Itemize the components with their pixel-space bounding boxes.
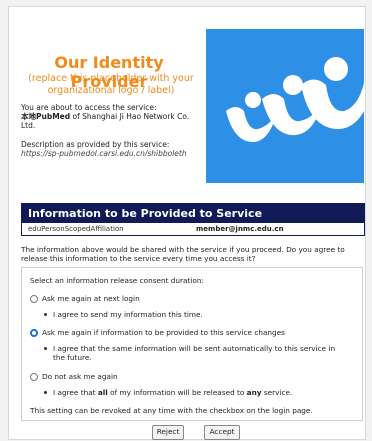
option-label: Ask me again at next login: [42, 294, 140, 303]
service-name: 本地PubMed: [21, 112, 71, 121]
attribute-table: Information to be Provided to Service ed…: [21, 203, 365, 236]
attribute-row: eduPersonScopedAffiliation member@jnmc.e…: [22, 223, 364, 235]
service-line: 本地PubMed of Shanghai Ji Hao Network Co. …: [21, 112, 199, 130]
bullet-icon: [44, 391, 47, 394]
radio-ask-next-login[interactable]: [30, 294, 38, 303]
option-ask-if-changes[interactable]: Ask me again if information to be provid…: [30, 328, 285, 337]
bullet-icon: [44, 313, 47, 316]
bullet-icon: [44, 347, 47, 350]
radio-ask-if-changes[interactable]: [30, 328, 38, 337]
detail-part: service.: [261, 388, 293, 397]
detail-part: I agree that: [53, 388, 98, 397]
radio-do-not-ask[interactable]: [30, 372, 38, 381]
consent-page: Our Identity Provider (replace this plac…: [8, 6, 366, 440]
release-notice: The information above would be shared wi…: [21, 245, 345, 263]
description-url: https://sp-pubmedol.carsi.edu.cn/shibbol…: [21, 149, 187, 158]
access-intro: You are about to access the service:: [21, 103, 157, 112]
detail-part: of my information will be released to: [107, 388, 247, 397]
attribute-name: eduPersonScopedAffiliation: [28, 225, 124, 233]
revoke-note: This setting can be revoked at any time …: [30, 406, 313, 415]
option-label: Ask me again if information to be provid…: [42, 328, 285, 337]
option-detail-text: I agree that the same information will b…: [53, 344, 336, 362]
people-logo-icon: [226, 57, 364, 143]
description-label: Description as provided by this service:: [21, 140, 170, 149]
consent-heading: Select an information release consent du…: [30, 276, 204, 285]
option-detail: I agree that all of my information will …: [44, 388, 292, 397]
option-detail: I agree to send my information this time…: [44, 310, 203, 319]
detail-emphasis: all: [97, 388, 108, 397]
accept-button[interactable]: Accept: [204, 425, 240, 440]
attribute-table-title: Information to be Provided to Service: [22, 204, 364, 223]
service-logo: [206, 29, 364, 183]
attribute-value: member@jnmc.edu.cn: [196, 225, 284, 233]
option-label: Do not ask me again: [42, 372, 118, 381]
option-detail: I agree that the same information will b…: [44, 344, 349, 362]
option-detail-text: I agree to send my information this time…: [53, 310, 203, 319]
access-info: You are about to access the service: 本地P…: [21, 103, 199, 130]
detail-emphasis: any: [246, 388, 262, 397]
option-ask-next-login[interactable]: Ask me again at next login: [30, 294, 140, 303]
consent-duration-box: Select an information release consent du…: [21, 267, 363, 421]
reject-button[interactable]: Reject: [152, 425, 184, 440]
option-detail-text: I agree that all of my information will …: [53, 388, 292, 397]
option-do-not-ask[interactable]: Do not ask me again: [30, 372, 118, 381]
org-subtitle: (replace this placeholder with your orga…: [28, 73, 194, 96]
service-description: Description as provided by this service:…: [21, 140, 199, 158]
